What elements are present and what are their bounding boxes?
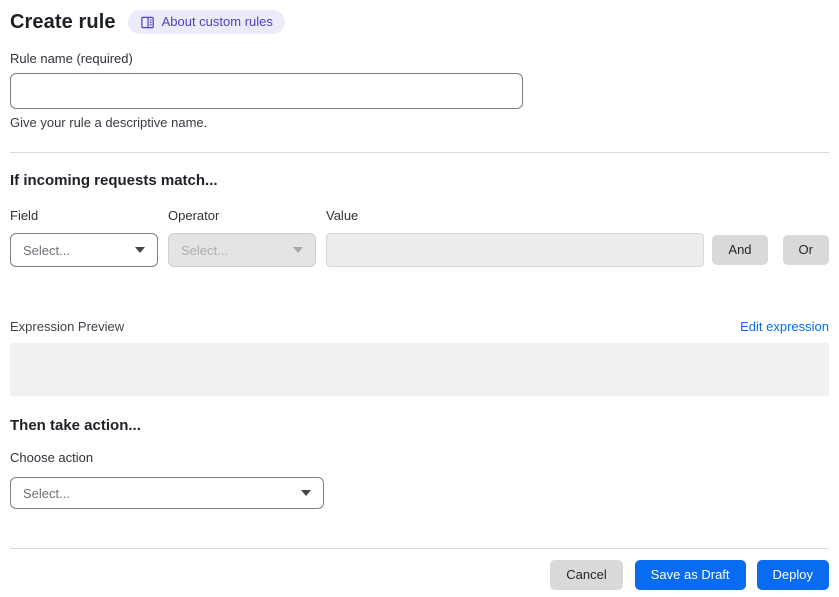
value-input [326, 233, 705, 267]
field-group: Field Select... [10, 208, 158, 267]
book-icon [140, 15, 155, 30]
match-section-heading: If incoming requests match... [10, 172, 218, 189]
field-select[interactable]: Select... [10, 233, 158, 267]
value-label: Value [326, 208, 359, 223]
page-header: Create rule About custom rules [10, 10, 829, 34]
chevron-down-icon [293, 247, 303, 253]
create-rule-page: Create rule About custom rules Rule name… [0, 0, 839, 597]
page-title: Create rule [10, 10, 116, 33]
value-group: Value [326, 208, 705, 267]
chevron-down-icon [301, 490, 311, 496]
expression-preview-label: Expression Preview [10, 319, 125, 334]
and-button[interactable]: And [712, 235, 768, 265]
rule-name-help: Give your rule a descriptive name. [10, 115, 208, 130]
expression-preview-box [10, 343, 829, 396]
about-custom-rules-link[interactable]: About custom rules [127, 10, 285, 34]
about-custom-rules-label: About custom rules [161, 14, 273, 29]
field-label: Field [10, 208, 39, 223]
match-condition-row: Field Select... Operator Select... Value… [10, 208, 829, 267]
save-as-draft-button[interactable]: Save as Draft [634, 560, 746, 590]
deploy-button[interactable]: Deploy [756, 560, 829, 590]
operator-select: Select... [168, 233, 316, 267]
cancel-button[interactable]: Cancel [550, 560, 623, 590]
edit-expression-link[interactable]: Edit expression [740, 319, 829, 334]
operator-label: Operator [168, 208, 220, 223]
operator-select-placeholder: Select... [181, 242, 228, 258]
action-section-heading: Then take action... [10, 417, 141, 434]
rule-name-input[interactable] [10, 73, 523, 109]
or-button[interactable]: Or [782, 235, 829, 265]
operator-group: Operator Select... [168, 208, 316, 267]
chevron-down-icon [135, 247, 145, 253]
choose-action-placeholder: Select... [23, 485, 70, 501]
section-divider-top [10, 152, 829, 153]
choose-action-select[interactable]: Select... [10, 477, 324, 509]
choose-action-label: Choose action [10, 450, 94, 465]
section-divider-bottom [10, 548, 829, 549]
field-select-placeholder: Select... [23, 242, 70, 258]
footer-actions: Cancel Save as Draft Deploy [10, 560, 829, 590]
rule-name-label: Rule name (required) [10, 51, 133, 66]
expression-preview-header: Expression Preview Edit expression [10, 319, 829, 334]
